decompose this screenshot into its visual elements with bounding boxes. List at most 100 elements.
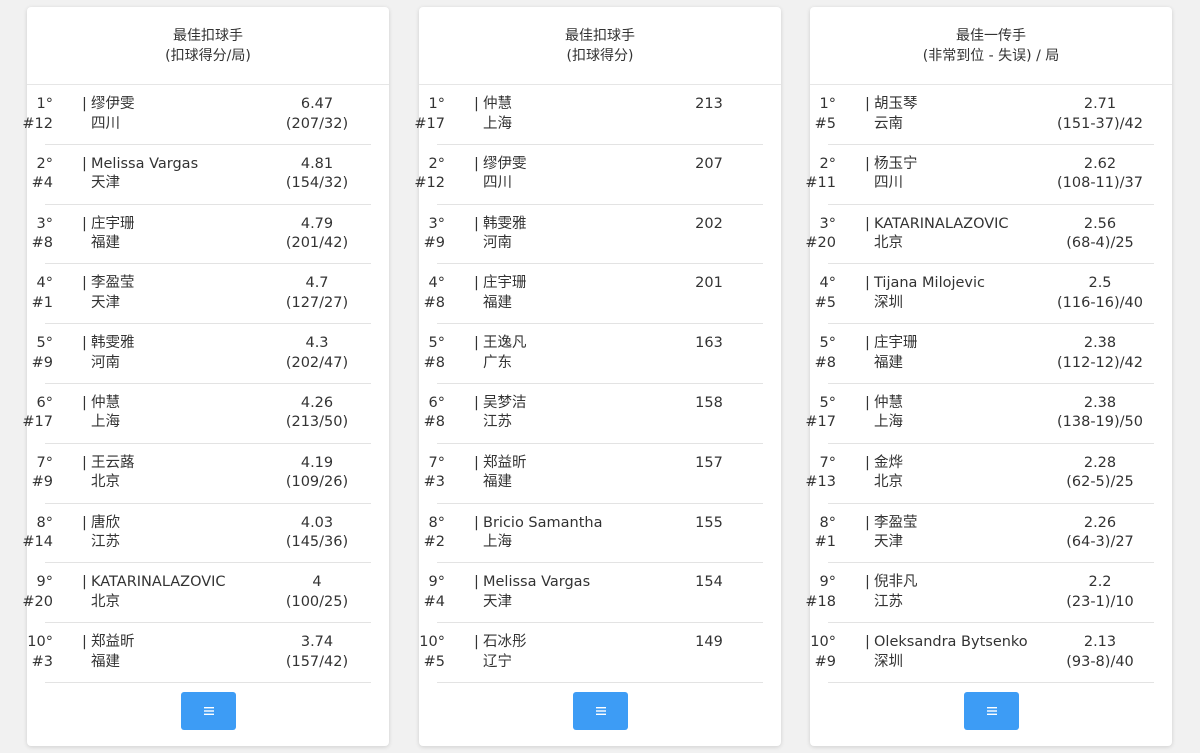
player-name: Bricio Samantha — [483, 514, 603, 531]
card-subtitle: (扣球得分/局) — [165, 48, 251, 64]
player-rank: 2° — [36, 155, 53, 172]
card-subtitle: (扣球得分) — [566, 48, 634, 64]
stat-value: 155 — [695, 514, 723, 531]
separator: | — [474, 514, 479, 531]
separator: | — [474, 275, 479, 292]
stat-detail: (23-1)/10 — [1066, 593, 1134, 610]
stat-detail: (64-3)/27 — [1066, 534, 1134, 551]
separator: | — [82, 96, 87, 112]
player-rank: 10° — [810, 634, 836, 651]
player-name: 倪非凡 — [874, 574, 918, 591]
player-rank: 1° — [819, 96, 836, 112]
player-name: 缪伊雯 — [483, 155, 527, 172]
separator: | — [474, 335, 479, 352]
separator: | — [474, 574, 479, 591]
menu-button[interactable] — [964, 692, 1019, 730]
player-number: #18 — [805, 593, 836, 610]
menu-button[interactable] — [181, 692, 236, 730]
player-number: #11 — [805, 175, 836, 192]
player-rank: 2° — [819, 155, 836, 172]
player-rank: 7° — [36, 454, 53, 471]
player-rank: 8° — [819, 514, 836, 531]
menu-icon — [986, 707, 997, 715]
player-name: 杨玉宁 — [874, 155, 918, 172]
player-team: 上海 — [483, 534, 512, 551]
stat-detail: (201/42) — [285, 235, 349, 252]
separator: | — [82, 454, 87, 471]
ranking-row: 7° #13 金烨 北京 2.28 (62-5)/25 | — [805, 444, 1154, 504]
stat-value: 2.38 — [1083, 335, 1117, 352]
ranking-row: 7° #9 王云蕗 北京 4.19 (109/26) | — [32, 444, 371, 504]
separator: | — [82, 275, 87, 292]
player-rank: 6° — [428, 394, 445, 411]
stat-value: 201 — [695, 275, 723, 292]
stat-value: 158 — [695, 394, 723, 411]
stat-value: 6.47 — [300, 96, 334, 112]
stat-detail: (138-19)/50 — [1056, 414, 1143, 431]
stat-value: 4.3 — [305, 335, 329, 352]
player-rank: 8° — [36, 514, 53, 531]
separator: | — [474, 454, 479, 471]
player-rank: 9° — [36, 574, 53, 591]
player-team: 福建 — [91, 653, 120, 670]
separator: | — [865, 335, 870, 352]
player-team: 河南 — [483, 235, 512, 252]
player-team: 深圳 — [874, 294, 903, 311]
player-number: #3 — [423, 474, 445, 491]
player-team: 北京 — [874, 235, 903, 252]
player-number: #9 — [814, 653, 836, 670]
stat-value: 202 — [695, 215, 723, 232]
stat-value: 2.38 — [1083, 394, 1117, 411]
ranking-row: 10° #9 Oleksandra Bytsenko 深圳 2.13 (93-8)/40 | — [810, 623, 1154, 683]
separator: | — [865, 215, 870, 232]
player-name: 唐欣 — [91, 514, 120, 531]
player-number: #13 — [805, 474, 836, 491]
stat-detail: (108-11)/37 — [1056, 175, 1143, 192]
card-best-attacker-total: 最佳扣球手 (扣球得分) 1° #17 仲慧 上海 213 | 2° #12 缪伊雯 四川 207 |… — [414, 7, 781, 746]
ranking-row: 4° #5 Tijana Milojevic 深圳 2.5 (116-16)/40 | — [815, 264, 1154, 325]
separator: | — [82, 394, 87, 411]
player-name: Oleksandra Bytsenko — [874, 634, 1028, 651]
player-rank: 3° — [819, 215, 836, 232]
player-rank: 5° — [36, 335, 53, 352]
ranking-row: 4° #1 李盈莹 天津 4.7 (127/27) | — [32, 264, 371, 325]
menu-button[interactable] — [573, 692, 628, 730]
player-name: KATARINALAZOVIC — [91, 574, 226, 591]
ranking-row: 2° #4 Melissa Vargas 天津 4.81 (154/32) | — [32, 145, 371, 205]
player-rank: 9° — [819, 574, 836, 591]
separator: | — [865, 155, 870, 172]
separator: | — [865, 454, 870, 471]
player-team: 天津 — [91, 175, 120, 192]
stat-value: 4.79 — [300, 215, 334, 232]
player-rank: 10° — [419, 634, 445, 651]
player-number: #17 — [414, 115, 445, 132]
player-rank: 3° — [36, 215, 53, 232]
card-best-attacker-per-set: 最佳扣球手 (扣球得分/局) 1° #12 缪伊雯 四川 6.47 (207/32) | 2°… — [22, 7, 389, 746]
player-name: Melissa Vargas — [91, 155, 199, 172]
player-team: 四川 — [483, 175, 512, 192]
player-name: 仲慧 — [483, 96, 512, 112]
player-name: 缪伊雯 — [91, 96, 135, 112]
ranking-row: 5° #8 庄宇珊 福建 2.38 (112-12)/42 | — [815, 324, 1154, 384]
player-name: 王逸凡 — [483, 335, 527, 352]
player-team: 福建 — [483, 294, 512, 311]
player-rank: 9° — [428, 574, 445, 591]
player-name: 胡玉琴 — [874, 96, 918, 112]
player-team: 四川 — [874, 175, 903, 192]
ranking-row: 5° #9 韩雯雅 河南 4.3 (202/47) | — [32, 324, 371, 384]
player-team: 福建 — [91, 235, 120, 252]
player-rank: 2° — [428, 155, 445, 172]
player-team: 四川 — [91, 115, 120, 132]
player-number: #4 — [423, 593, 445, 610]
separator: | — [474, 155, 479, 172]
stat-value: 2.56 — [1083, 215, 1117, 232]
stat-value: 2.28 — [1083, 454, 1117, 471]
stat-detail: (62-5)/25 — [1066, 474, 1134, 491]
player-team: 上海 — [483, 115, 512, 132]
separator: | — [474, 394, 479, 411]
stat-detail: (202/47) — [285, 354, 349, 371]
player-team: 上海 — [91, 414, 120, 431]
player-team: 天津 — [91, 294, 120, 311]
ranking-row: 3° #20 KATARINALAZOVIC 北京 2.56 (68-4)/25 | — [805, 205, 1154, 265]
player-team: 上海 — [874, 414, 903, 431]
